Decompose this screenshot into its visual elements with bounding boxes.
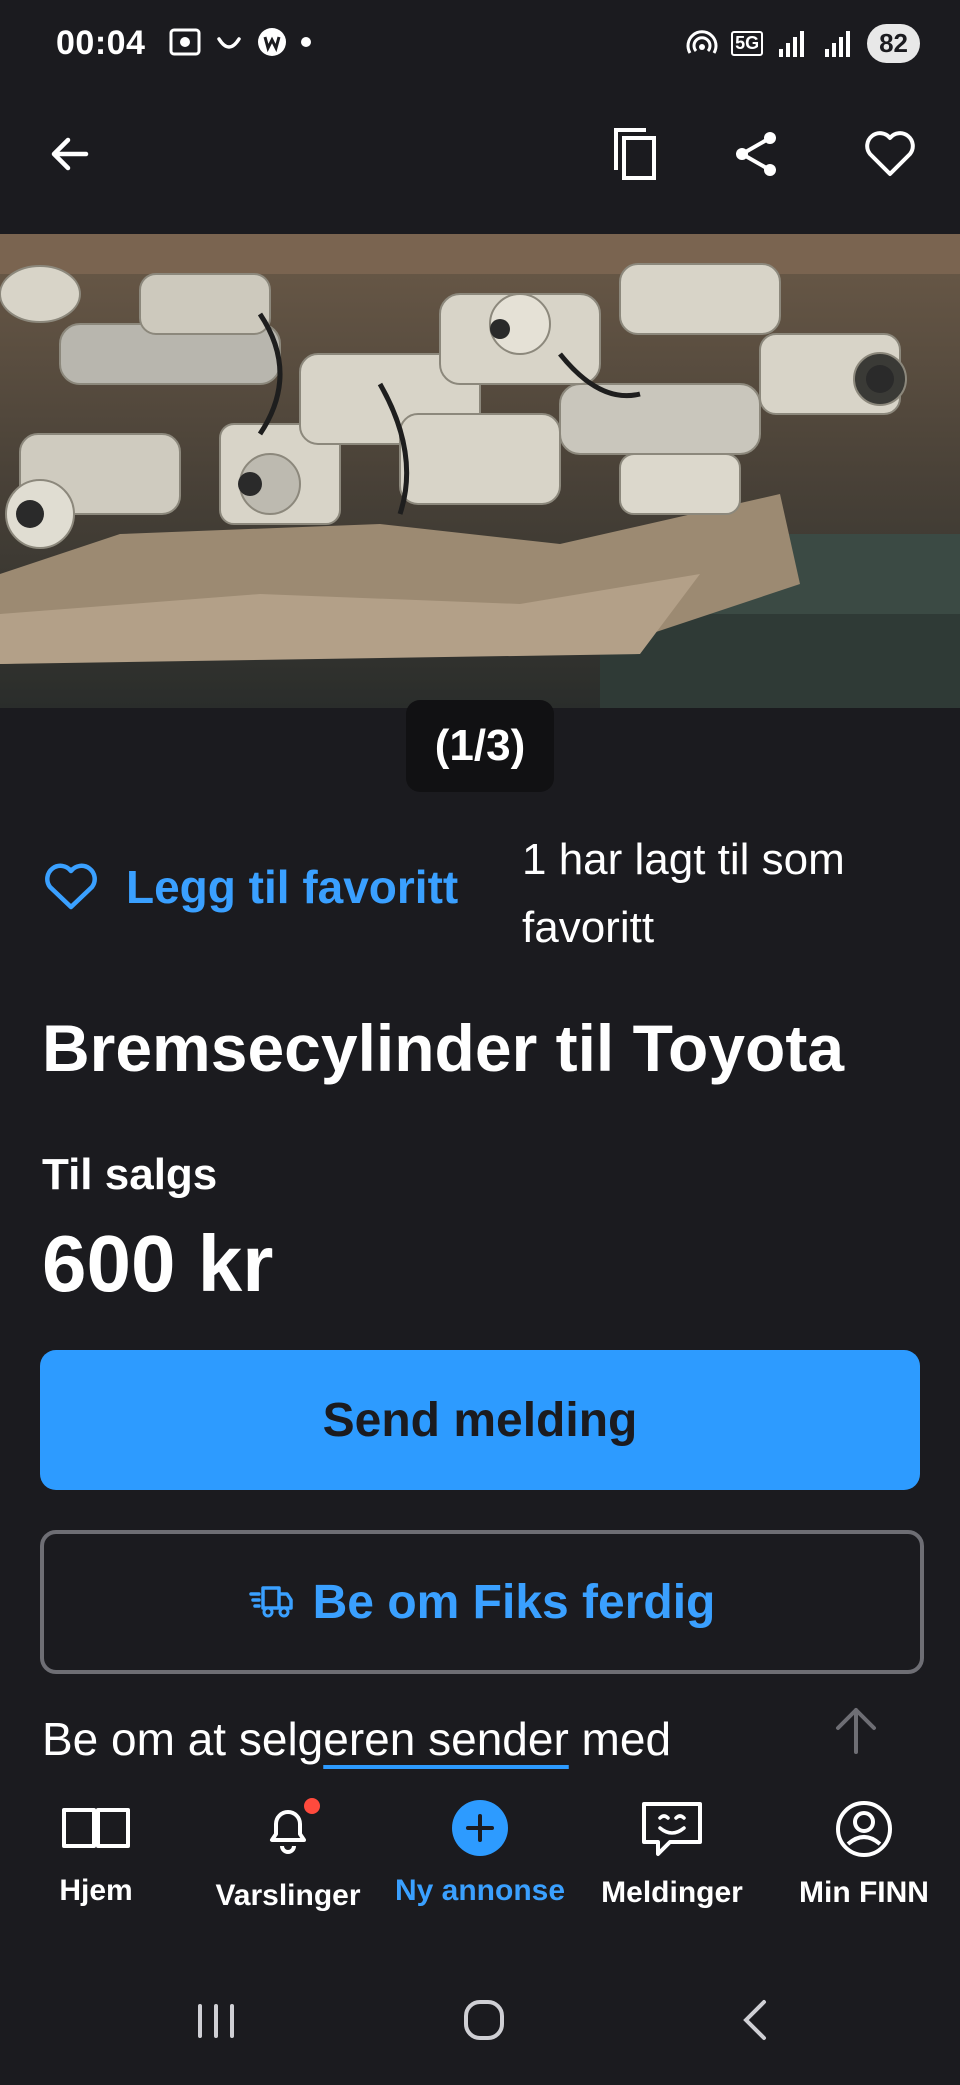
nav-label-profile: Min FINN [799, 1876, 929, 1909]
fiks-ferdig-button[interactable]: Be om Fiks ferdig [40, 1530, 924, 1674]
app-notification-icon [258, 28, 286, 56]
share-icon [736, 132, 776, 176]
send-message-label: Send melding [322, 1393, 638, 1447]
listing-price: 600 kr [42, 1219, 274, 1308]
add-favorite-button[interactable]: Legg til favoritt [42, 860, 458, 914]
nav-item-notifications[interactable]: Varslinger [192, 1798, 384, 1913]
recents-icon [198, 2004, 234, 2038]
nav-item-messages[interactable]: Meldinger [576, 1800, 768, 1910]
photo-counter: (1/3) [406, 700, 554, 792]
shipping-text-link[interactable]: eren sender [323, 1713, 569, 1765]
shipping-text-part1: Be om at selg [42, 1713, 324, 1765]
shipping-request-text: Be om at selgeren sender med [42, 1712, 671, 1766]
scroll-to-top-button[interactable] [826, 1700, 886, 1760]
shipping-text-part2: med [568, 1713, 672, 1765]
add-favorite-label: Legg til favoritt [126, 861, 459, 913]
listing-title: Bremsecylinder til Toyota [42, 1011, 845, 1085]
status-icons-left [168, 26, 312, 58]
notification-dot [304, 1798, 320, 1814]
signal-icon [779, 30, 805, 57]
book-icon [62, 1808, 130, 1848]
brake-cylinders-photo [0, 234, 960, 708]
sale-status: Til salgs [42, 1150, 218, 1199]
screenshot-icon [169, 28, 201, 56]
signal-icon-2 [825, 30, 851, 57]
status-time: 00:04 [56, 24, 146, 62]
delivery-truck-icon [248, 1586, 293, 1618]
nav-item-new-ad[interactable]: Ny annonse [384, 1800, 576, 1908]
nav-label-notifications: Varslinger [215, 1879, 361, 1912]
bell-wrapper [260, 1798, 320, 1861]
fiks-ferdig-label: Be om Fiks ferdig [312, 1575, 716, 1629]
battery-indicator: 82 [867, 24, 920, 63]
nav-item-home[interactable]: Hjem [0, 1800, 192, 1908]
nav-label-new-ad: Ny annonse [394, 1874, 566, 1907]
hotspot-icon [686, 29, 718, 54]
chat-icon [642, 1802, 702, 1856]
copy-button[interactable] [608, 126, 664, 182]
dot-icon [301, 37, 311, 47]
plus-circle-icon [452, 1800, 508, 1856]
nav-label-home: Hjem [59, 1874, 133, 1907]
back-button[interactable] [42, 126, 98, 182]
send-message-button[interactable]: Send melding [40, 1350, 920, 1490]
system-nav-icons [198, 2000, 766, 2040]
arrow-left-icon [51, 137, 89, 171]
nav-label-messages: Meldinger [601, 1876, 743, 1909]
smile-icon [217, 37, 241, 49]
nav-item-profile[interactable]: Min FINN [768, 1800, 960, 1910]
heart-outline-icon [45, 863, 97, 910]
home-icon [464, 2000, 504, 2040]
copy-icon [614, 128, 656, 180]
profile-icon [836, 1801, 892, 1857]
status-icons-right: 5G 82 [685, 24, 920, 63]
favorite-button[interactable] [862, 126, 918, 182]
bottom-navigation: Hjem Varslinger Ny annonse Meldinger Min… [0, 1770, 960, 1940]
system-navigation [0, 1960, 960, 2080]
arrow-up-icon [836, 1708, 876, 1754]
favorite-count-text: 1 har lagt til som favoritt [522, 835, 845, 952]
back-nav-icon [743, 2000, 766, 2040]
share-button[interactable] [728, 126, 784, 182]
network-label: 5G [731, 31, 764, 56]
listing-photo[interactable] [0, 234, 960, 708]
heart-icon [865, 131, 915, 176]
